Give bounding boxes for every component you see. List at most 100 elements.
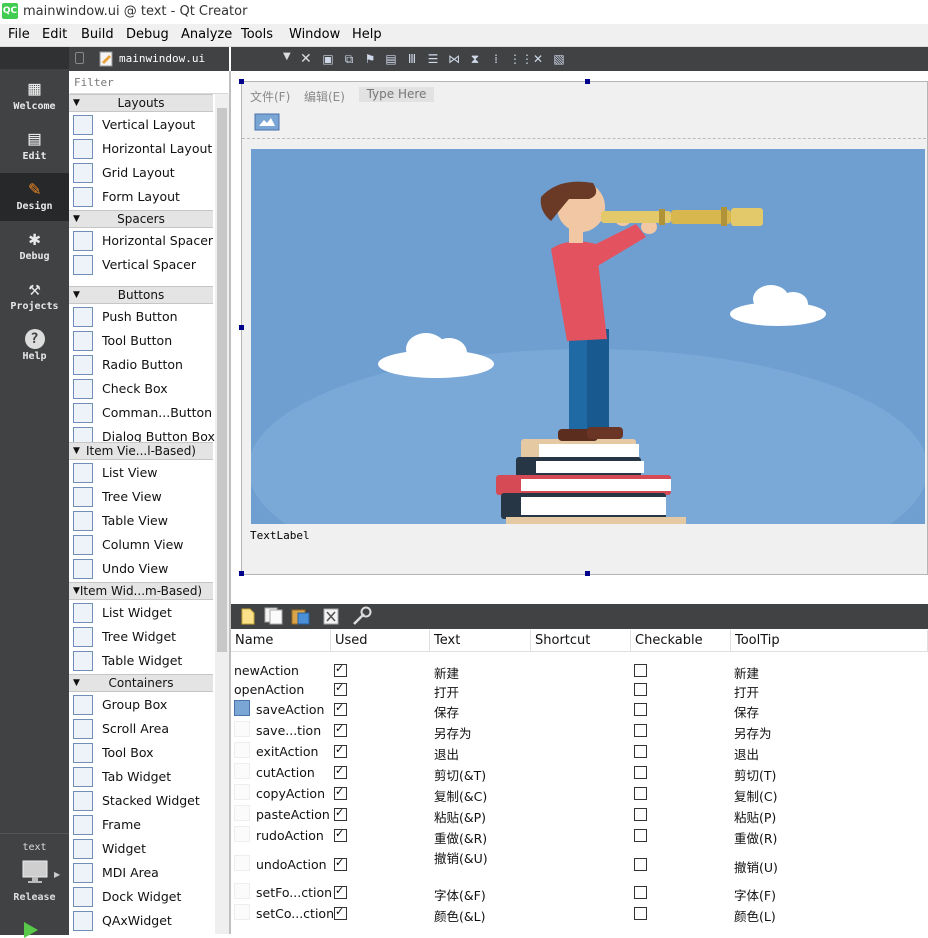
- layout-form-icon[interactable]: ⁞: [488, 51, 504, 67]
- layout-horizontal-icon[interactable]: Ⅲ: [404, 51, 420, 67]
- widget-item[interactable]: Horizontal Spacer: [69, 229, 215, 253]
- widget-item[interactable]: Radio Button: [69, 353, 215, 377]
- menu-tools[interactable]: Tools: [241, 27, 273, 42]
- widget-item[interactable]: Grid Layout: [69, 161, 215, 185]
- run-icon[interactable]: [24, 922, 38, 938]
- checkable-checkbox[interactable]: [634, 808, 647, 821]
- column-header-name[interactable]: Name: [231, 630, 331, 652]
- menu-window[interactable]: Window: [289, 27, 340, 42]
- widget-item[interactable]: Tool Button: [69, 329, 215, 353]
- widget-item[interactable]: Form Layout: [69, 185, 215, 209]
- used-checkbox[interactable]: [334, 722, 347, 737]
- used-checkbox[interactable]: [334, 785, 347, 800]
- scrollbar-thumb[interactable]: [217, 108, 227, 652]
- text-label[interactable]: TextLabel: [250, 529, 310, 542]
- widget-category-header[interactable]: ▼ Item Wid...m-Based): [69, 582, 213, 600]
- column-header-checkable[interactable]: Checkable: [631, 630, 731, 652]
- checkable-checkbox[interactable]: [634, 724, 647, 737]
- form-menu-edit[interactable]: 编辑(E): [304, 88, 345, 105]
- mode-debug[interactable]: ✱ Debug: [0, 223, 69, 271]
- checkable-checkbox[interactable]: [634, 745, 647, 758]
- widget-item[interactable]: List View: [69, 461, 215, 485]
- widget-item[interactable]: Tab Widget: [69, 765, 215, 789]
- mode-projects[interactable]: ⚒ Projects: [0, 273, 69, 321]
- widget-item[interactable]: QAxWidget: [69, 909, 215, 933]
- menu-build[interactable]: Build: [81, 27, 114, 42]
- column-header-used[interactable]: Used: [331, 630, 430, 652]
- used-checkbox[interactable]: [334, 905, 347, 920]
- widget-filter-input[interactable]: Filter: [70, 73, 228, 94]
- kit-expand-icon[interactable]: ▶: [54, 870, 60, 879]
- close-document-icon[interactable]: ✕: [300, 51, 312, 67]
- mode-design[interactable]: ✎ Design: [0, 173, 69, 221]
- column-header-tooltip[interactable]: ToolTip: [731, 630, 928, 652]
- used-checkbox[interactable]: [334, 743, 347, 758]
- widget-category-header[interactable]: ▼ Layouts: [69, 94, 213, 112]
- widget-item[interactable]: Horizontal Layout: [69, 137, 215, 161]
- widget-item[interactable]: MDI Area: [69, 861, 215, 885]
- mode-help[interactable]: ? Help: [0, 323, 69, 371]
- used-checkbox[interactable]: [334, 806, 347, 821]
- checkable-checkbox[interactable]: [634, 664, 647, 677]
- open-document-combo[interactable]: mainwindow.ui ▼: [97, 47, 295, 71]
- checkable-checkbox[interactable]: [634, 858, 647, 871]
- layout-h-splitter-icon[interactable]: ⋈: [446, 51, 462, 67]
- selection-handle[interactable]: [239, 79, 244, 84]
- widget-item[interactable]: Vertical Layout: [69, 113, 215, 137]
- layout-vertical-icon[interactable]: ☰: [425, 51, 441, 67]
- new-action-icon[interactable]: [241, 608, 255, 625]
- lock-icon[interactable]: [75, 52, 84, 64]
- selection-handle[interactable]: [585, 79, 590, 84]
- checkable-checkbox[interactable]: [634, 703, 647, 716]
- widget-category-header[interactable]: ▼ Spacers: [69, 210, 213, 228]
- used-checkbox[interactable]: [334, 662, 347, 677]
- kit-selector[interactable]: text ▶ Release: [0, 833, 69, 938]
- widget-item[interactable]: Undo View: [69, 557, 215, 581]
- checkable-checkbox[interactable]: [634, 907, 647, 920]
- used-checkbox[interactable]: [334, 764, 347, 779]
- widget-item[interactable]: Tree Widget: [69, 625, 215, 649]
- menu-analyze[interactable]: Analyze: [181, 27, 232, 42]
- widget-item[interactable]: Comman...Button: [69, 401, 215, 425]
- checkable-checkbox[interactable]: [634, 683, 647, 696]
- widget-category-header[interactable]: ▼ Buttons: [69, 286, 213, 304]
- checkable-checkbox[interactable]: [634, 766, 647, 779]
- chevron-down-icon[interactable]: ▼: [283, 51, 291, 62]
- widget-item[interactable]: Dock Widget: [69, 885, 215, 909]
- widget-item[interactable]: Table View: [69, 509, 215, 533]
- column-header-text[interactable]: Text: [430, 630, 531, 652]
- widget-item[interactable]: Tree View: [69, 485, 215, 509]
- widget-item[interactable]: Push Button: [69, 305, 215, 329]
- configure-wrench-icon[interactable]: [351, 606, 373, 626]
- selection-handle[interactable]: [239, 325, 244, 330]
- menu-debug[interactable]: Debug: [126, 27, 169, 42]
- copy-action-icon[interactable]: [264, 607, 284, 625]
- widget-item[interactable]: Widget: [69, 837, 215, 861]
- checkable-checkbox[interactable]: [634, 829, 647, 842]
- adjust-size-icon[interactable]: ▧: [551, 51, 567, 67]
- mode-edit[interactable]: ▤ Edit: [0, 123, 69, 171]
- menu-file[interactable]: File: [8, 27, 30, 42]
- checkable-checkbox[interactable]: [634, 886, 647, 899]
- menu-edit[interactable]: Edit: [42, 27, 67, 42]
- used-checkbox[interactable]: [334, 681, 347, 696]
- form-menu-file[interactable]: 文件(F): [250, 88, 290, 105]
- widget-item[interactable]: List Widget: [69, 601, 215, 625]
- selection-handle[interactable]: [585, 571, 590, 576]
- widget-item[interactable]: Column View: [69, 533, 215, 557]
- form-menu-type-here[interactable]: Type Here: [359, 87, 434, 102]
- widget-item[interactable]: Stacked Widget: [69, 789, 215, 813]
- widget-category-header[interactable]: ▼ Containers: [69, 674, 213, 692]
- widget-item[interactable]: Check Box: [69, 377, 215, 401]
- widget-item[interactable]: Table Widget: [69, 649, 215, 673]
- used-checkbox[interactable]: [334, 827, 347, 842]
- edit-buddies-icon[interactable]: ⚑: [362, 51, 378, 67]
- widget-category-header[interactable]: ▼ Item Vie...l-Based): [69, 442, 213, 460]
- widget-item[interactable]: Frame: [69, 813, 215, 837]
- break-layout-icon[interactable]: ✕: [530, 51, 546, 67]
- edit-tab-order-icon[interactable]: ▤: [383, 51, 399, 67]
- widget-item[interactable]: Vertical Spacer: [69, 253, 215, 277]
- paste-action-icon[interactable]: [291, 607, 311, 625]
- widget-item[interactable]: Group Box: [69, 693, 215, 717]
- layout-v-splitter-icon[interactable]: ⧗: [467, 51, 483, 67]
